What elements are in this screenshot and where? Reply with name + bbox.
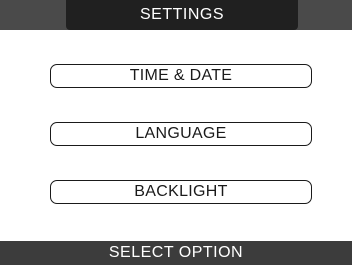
header-bar: SETTINGS [0,0,352,30]
settings-screen: SETTINGS TIME & DATE LANGUAGE BACKLIGHT … [0,0,352,265]
backlight-button[interactable]: BACKLIGHT [50,180,312,204]
page-title: SETTINGS [66,0,298,30]
status-bar: SELECT OPTION [0,241,352,265]
language-button[interactable]: LANGUAGE [50,122,312,146]
time-date-button[interactable]: TIME & DATE [50,64,312,88]
